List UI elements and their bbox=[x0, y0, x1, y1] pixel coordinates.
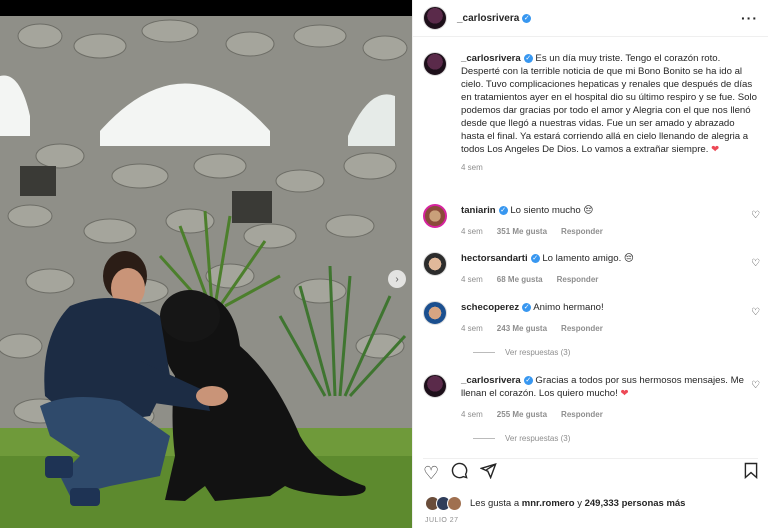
comment-likes[interactable]: 243 Me gusta bbox=[497, 324, 547, 333]
like-comment-heart-icon[interactable]: ♡ bbox=[751, 380, 760, 391]
avatar[interactable] bbox=[423, 301, 447, 325]
post-header: _carlosrivera ✓ ··· bbox=[413, 0, 768, 37]
view-replies-link[interactable]: Ver respuestas (3) bbox=[473, 434, 570, 443]
comment-text: Animo hermano! bbox=[533, 302, 604, 313]
share-paper-plane-icon[interactable] bbox=[479, 462, 497, 484]
header-username[interactable]: _carlosrivera bbox=[457, 13, 519, 24]
like-heart-icon[interactable]: ♡ bbox=[423, 463, 439, 484]
red-heart-icon: ❤ bbox=[711, 144, 720, 155]
verified-badge-icon: ✓ bbox=[530, 253, 540, 263]
avatar[interactable] bbox=[423, 252, 447, 276]
carousel-next-button[interactable]: › bbox=[388, 270, 406, 288]
comment-text: Lo lamento amigo. 😔 bbox=[542, 253, 634, 264]
avatar[interactable] bbox=[447, 496, 462, 511]
comment-likes[interactable]: 255 Me gusta bbox=[497, 410, 547, 419]
like-comment-heart-icon[interactable]: ♡ bbox=[751, 258, 760, 269]
comment-username[interactable]: _carlosrivera bbox=[461, 375, 521, 386]
bookmark-icon[interactable] bbox=[744, 462, 758, 484]
comment-text: Lo siento mucho 😔 bbox=[510, 205, 594, 216]
comment-time: 4 sem bbox=[461, 410, 483, 419]
comment-likes[interactable]: 351 Me gusta bbox=[497, 227, 547, 236]
comment-item: schecoperez ✓ Animo hermano! 4 sem 243 Me … bbox=[423, 301, 760, 335]
caption: _carlosrivera ✓ Es un día muy triste. Ten… bbox=[423, 52, 760, 174]
comment-time: 4 sem bbox=[461, 275, 483, 284]
comment-username[interactable]: hectorsandarti bbox=[461, 253, 528, 264]
caption-time: 4 sem bbox=[461, 163, 483, 172]
comment-time: 4 sem bbox=[461, 324, 483, 333]
avatar[interactable] bbox=[423, 52, 447, 76]
verified-badge-icon: ✓ bbox=[522, 13, 532, 23]
post-detail-panel: _carlosrivera ✓ ··· _carlosrivera ✓ Es un… bbox=[412, 0, 768, 528]
more-dots-icon[interactable]: ··· bbox=[741, 10, 758, 26]
comment-item: taniarin ✓ Lo siento mucho 😔 4 sem 351 Me … bbox=[423, 204, 760, 238]
comment-bubble-icon[interactable] bbox=[451, 462, 468, 484]
verified-badge-icon: ✓ bbox=[522, 302, 532, 312]
comment-item: _carlosrivera ✓ Gracias a todos por sus h… bbox=[423, 374, 760, 421]
photo-illustration bbox=[0, 16, 412, 528]
caption-username[interactable]: _carlosrivera bbox=[461, 53, 521, 64]
avatar[interactable] bbox=[423, 6, 447, 30]
likes-connector: y bbox=[577, 498, 582, 509]
comment-item: hectorsandarti ✓ Lo lamento amigo. 😔 4 se… bbox=[423, 252, 760, 286]
likes-count[interactable]: 249,333 personas más bbox=[585, 498, 686, 509]
verified-badge-icon: ✓ bbox=[498, 205, 508, 215]
reply-button[interactable]: Responder bbox=[557, 275, 599, 284]
comment-username[interactable]: taniarin bbox=[461, 205, 496, 216]
comment-likes[interactable]: 68 Me gusta bbox=[497, 275, 543, 284]
red-heart-icon: ❤ bbox=[620, 388, 629, 399]
reply-button[interactable]: Responder bbox=[561, 410, 603, 419]
reply-button[interactable]: Responder bbox=[561, 227, 603, 236]
view-replies-link[interactable]: Ver respuestas (3) bbox=[473, 348, 570, 357]
verified-badge-icon: ✓ bbox=[523, 53, 533, 63]
reply-button[interactable]: Responder bbox=[561, 324, 603, 333]
like-comment-heart-icon[interactable]: ♡ bbox=[751, 210, 760, 221]
likes-summary: Les gusta a mnr.romero y 249,333 persona… bbox=[425, 496, 685, 511]
like-comment-heart-icon[interactable]: ♡ bbox=[751, 307, 760, 318]
caption-text: Es un día muy triste. Tengo el corazón r… bbox=[461, 53, 757, 155]
liker-username[interactable]: mnr.romero bbox=[522, 498, 575, 509]
avatar[interactable] bbox=[423, 204, 447, 228]
post-photo[interactable]: › bbox=[0, 0, 412, 528]
avatar[interactable] bbox=[423, 374, 447, 398]
action-bar: ♡ bbox=[423, 458, 758, 487]
likes-prefix: Les gusta a bbox=[470, 498, 520, 509]
comment-time: 4 sem bbox=[461, 227, 483, 236]
comment-username[interactable]: schecoperez bbox=[461, 302, 519, 313]
verified-badge-icon: ✓ bbox=[523, 375, 533, 385]
post-date: JULIO 27 bbox=[425, 517, 459, 524]
